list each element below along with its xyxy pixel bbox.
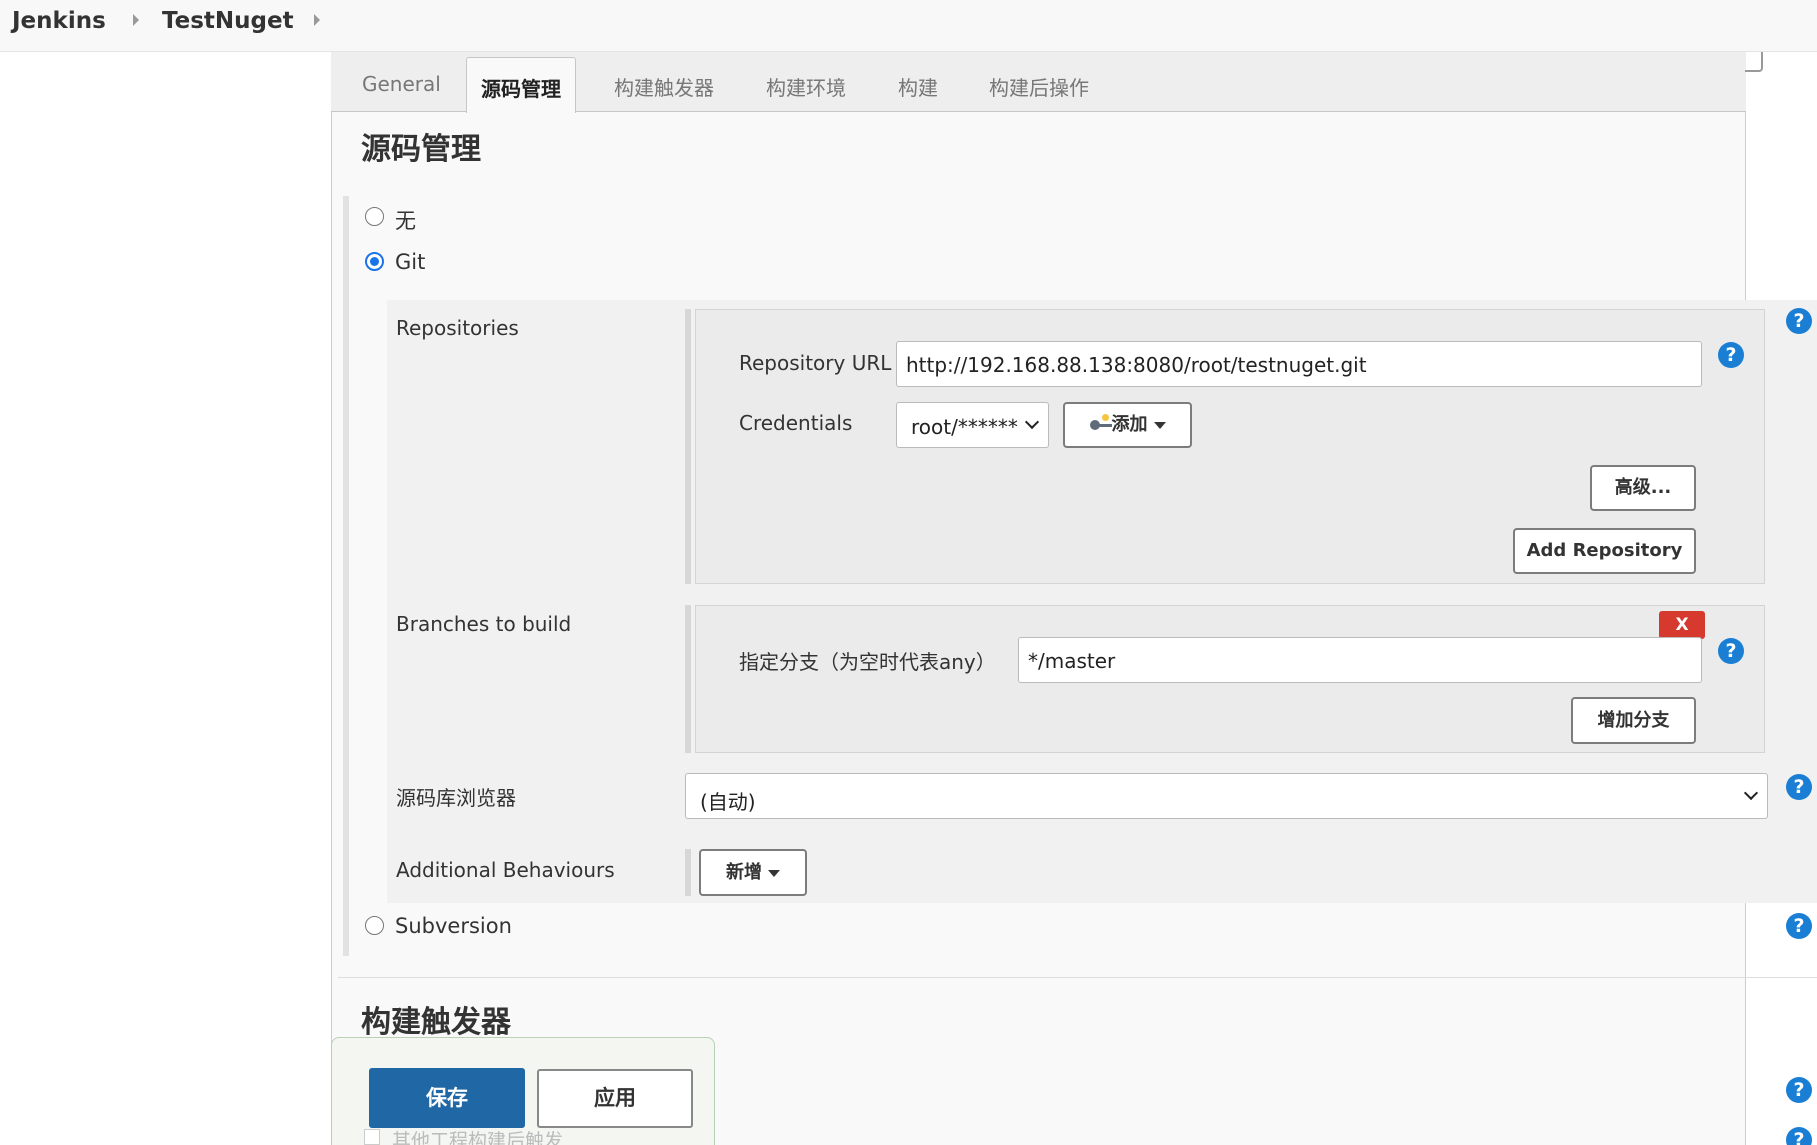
remove-branch-button[interactable]: X: [1659, 611, 1705, 639]
tab-general[interactable]: General: [362, 72, 441, 96]
scm-git-label[interactable]: Git: [395, 250, 425, 274]
chevron-down-icon: [1743, 785, 1759, 801]
credentials-label: Credentials: [739, 411, 853, 435]
credentials-value: root/******: [911, 415, 1018, 439]
advanced-button[interactable]: 高级...: [1590, 465, 1696, 511]
tab-post-build[interactable]: 构建后操作: [989, 72, 1089, 101]
add-repository-button[interactable]: Add Repository: [1513, 528, 1696, 574]
trigger-option-label: 其他工程构建后触发: [392, 1130, 564, 1145]
repo-url-help-icon[interactable]: ?: [1718, 342, 1744, 368]
branch-spec-help-icon[interactable]: ?: [1718, 638, 1744, 664]
scm-git-radio[interactable]: [365, 252, 384, 271]
branches-bar: [685, 605, 691, 753]
credentials-select[interactable]: root/******: [896, 402, 1049, 448]
branch-spec-label: 指定分支（为空时代表any）: [739, 650, 996, 674]
add-behaviour-button[interactable]: 新增: [699, 849, 807, 896]
repo-browser-label: 源码库浏览器: [396, 786, 516, 810]
trigger-help-icon[interactable]: ?: [1786, 1077, 1812, 1103]
section-title-scm: 源码管理: [361, 132, 481, 167]
caret-down-icon: [1153, 421, 1166, 429]
add-credentials-button[interactable]: 添加: [1063, 402, 1192, 448]
section-divider: [338, 977, 1817, 978]
repo-browser-value: (自动): [700, 790, 756, 814]
scm-svn-label[interactable]: Subversion: [395, 914, 512, 938]
breadcrumb-chevron-icon[interactable]: [314, 14, 320, 26]
repositories-label: Repositories: [396, 316, 519, 340]
repo-url-input[interactable]: http://192.168.88.138:8080/root/testnuge…: [896, 341, 1702, 387]
chevron-down-icon: [1024, 414, 1040, 430]
save-button[interactable]: 保存: [369, 1068, 525, 1128]
breadcrumb: Jenkins TestNuget: [0, 0, 1817, 52]
add-behaviour-label: 新增: [726, 862, 762, 883]
scm-none-radio[interactable]: [365, 207, 384, 226]
repo-url-label: Repository URL: [739, 351, 892, 375]
section-title-triggers: 构建触发器: [361, 1005, 511, 1040]
breadcrumb-jenkins[interactable]: Jenkins: [12, 8, 106, 34]
repo-browser-help-icon[interactable]: ?: [1786, 774, 1812, 800]
repositories-help-icon[interactable]: ?: [1786, 308, 1812, 334]
panel-corner-decoration: [1745, 52, 1763, 72]
trigger-help-icon-2[interactable]: ?: [1786, 1127, 1812, 1145]
add-credentials-label: 添加: [1111, 414, 1148, 435]
svn-help-icon[interactable]: ?: [1786, 913, 1812, 939]
apply-button[interactable]: 应用: [537, 1069, 693, 1128]
breadcrumb-chevron-icon[interactable]: [133, 14, 139, 26]
tab-build-triggers[interactable]: 构建触发器: [614, 72, 714, 101]
key-icon: [1089, 414, 1112, 431]
repo-browser-select[interactable]: (自动): [685, 773, 1768, 819]
branch-spec-input[interactable]: */master: [1018, 637, 1702, 683]
tab-scm[interactable]: 源码管理: [466, 57, 576, 113]
section-left-bar: [343, 196, 349, 956]
add-branch-button[interactable]: 增加分支: [1571, 697, 1696, 744]
config-tabs: General 源码管理 构建触发器 构建环境 构建 构建后操作: [331, 52, 1746, 113]
repositories-bar: [685, 309, 691, 584]
behaviours-label: Additional Behaviours: [396, 858, 615, 882]
scm-none-label[interactable]: 无: [395, 205, 416, 235]
tab-build-environment[interactable]: 构建环境: [766, 72, 846, 101]
jenkins-config-page: Jenkins TestNuget General 源码管理 构建触发器 构建环…: [0, 0, 1817, 1145]
scm-svn-radio[interactable]: [365, 916, 384, 935]
trigger-checkbox[interactable]: [364, 1129, 380, 1145]
branches-label: Branches to build: [396, 612, 572, 636]
breadcrumb-project[interactable]: TestNuget: [162, 8, 294, 34]
tab-build[interactable]: 构建: [898, 72, 938, 101]
behaviours-bar: [685, 849, 691, 896]
caret-down-icon: [768, 869, 780, 877]
